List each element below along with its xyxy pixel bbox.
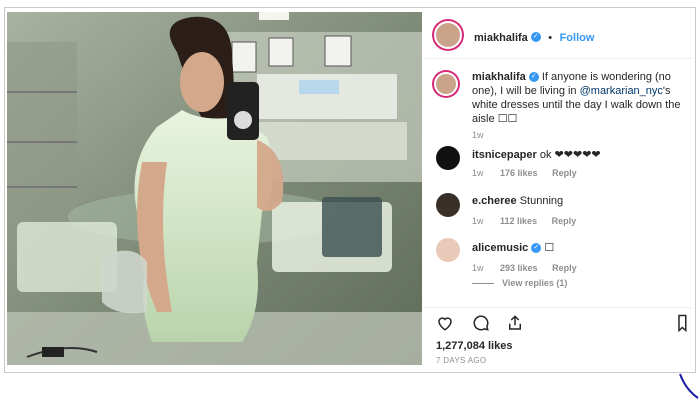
post-header: miakhalifa ✓ • Follow: [422, 12, 692, 59]
author-username[interactable]: miakhalifa: [474, 32, 528, 44]
comment-username[interactable]: alicemusic: [472, 242, 528, 254]
comment-reply-button[interactable]: Reply: [552, 168, 577, 178]
author-avatar[interactable]: [434, 21, 462, 49]
comment-time: 1w: [472, 168, 484, 178]
view-replies-label: View replies (1): [502, 278, 568, 288]
caption-mention-link[interactable]: @markarian_nyc: [580, 85, 663, 97]
view-replies-link[interactable]: View replies (1): [472, 278, 567, 288]
comment-avatar-echeree[interactable]: [436, 193, 460, 217]
comment-text: ok ❤❤❤❤❤: [539, 149, 601, 161]
caption-verified-icon: ✓: [528, 72, 539, 83]
bookmark-icon[interactable]: [676, 314, 688, 332]
caption-avatar[interactable]: [434, 72, 458, 96]
comment-text: Stunning: [519, 195, 564, 207]
comment-meta-row: 1w 293 likes Reply: [472, 263, 577, 273]
heart-icon[interactable]: [436, 314, 454, 332]
comment-avatar-itsnicepaper[interactable]: [436, 146, 460, 170]
post-actions: 1,277,084 likes 7 DAYS AGO: [422, 307, 692, 366]
comment-meta-row: 1w 112 likes Reply: [472, 216, 576, 226]
comment-echeree: e.cheree Stunning: [472, 194, 563, 208]
likes-count[interactable]: 1,277,084 likes: [436, 340, 512, 352]
follow-button[interactable]: Follow: [560, 32, 595, 44]
post-photo[interactable]: [7, 12, 422, 365]
comment-username[interactable]: itsnicepaper: [472, 149, 537, 161]
comment-time: 1w: [472, 216, 484, 226]
comment-alicemusic: alicemusic ✓ ☐: [472, 241, 554, 255]
post-side-panel: miakhalifa ✓ • Follow miakhalifa ✓ If anyo…: [422, 12, 692, 365]
posted-time: 7 DAYS AGO: [436, 356, 487, 365]
comment-itsnicepaper: itsnicepaper ok ❤❤❤❤❤: [472, 148, 601, 162]
caption-time: 1w: [472, 130, 484, 140]
comment-meta-row: 1w 176 likes Reply: [472, 168, 577, 178]
caption-glyphs: ☐☐: [497, 113, 518, 125]
ink-scribble-icon: [679, 373, 699, 399]
verified-badge-icon: ✓: [530, 31, 541, 42]
author-row: miakhalifa ✓ • Follow: [474, 28, 594, 46]
comment-reply-button[interactable]: Reply: [552, 263, 577, 273]
caption-text: miakhalifa ✓ If anyone is wondering (no o…: [472, 70, 682, 126]
comment-username[interactable]: e.cheree: [472, 195, 517, 207]
comment-likes[interactable]: 293 likes: [500, 263, 538, 273]
share-icon[interactable]: [506, 314, 524, 332]
comment-verified-icon: ✓: [531, 243, 542, 254]
caption-username[interactable]: miakhalifa: [472, 71, 526, 83]
comment-text: ☐: [544, 242, 555, 254]
separator-dot: •: [548, 32, 553, 44]
view-replies-line: [472, 283, 494, 285]
comment-likes[interactable]: 112 likes: [500, 216, 537, 226]
comment-avatar-alicemusic[interactable]: [436, 238, 460, 262]
comment-reply-button[interactable]: Reply: [552, 216, 577, 226]
post-photo-scene: [7, 12, 422, 365]
comment-icon[interactable]: [472, 314, 490, 332]
comment-likes[interactable]: 176 likes: [500, 168, 538, 178]
comment-time: 1w: [472, 263, 484, 273]
